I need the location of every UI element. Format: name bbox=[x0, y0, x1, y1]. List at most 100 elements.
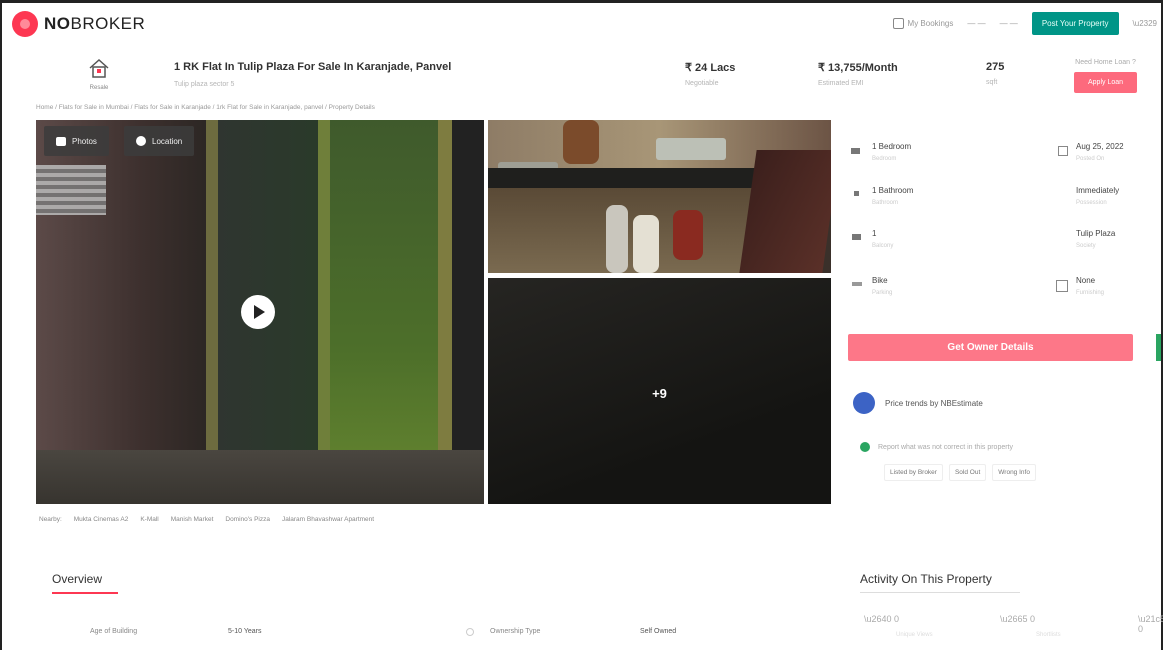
nearby-item[interactable]: Jalaram Bhavashwar Apartment bbox=[282, 516, 374, 523]
price-label: Negotiable bbox=[685, 80, 719, 87]
emi-block: ₹ 13,755/Month Estimated EMI bbox=[818, 61, 898, 87]
price-value: ₹ 24 Lacs bbox=[685, 62, 736, 74]
activity-heading: Activity On This Property bbox=[860, 572, 992, 586]
spec-value: 1 Bathroom bbox=[872, 186, 914, 195]
chip-sold-out[interactable]: Sold Out bbox=[948, 464, 987, 481]
ownership-icon bbox=[466, 628, 474, 636]
spec-furnishing: None Furnishing bbox=[1076, 276, 1104, 296]
property-title: 1 RK Flat In Tulip Plaza For Sale In Kar… bbox=[174, 61, 452, 73]
kitchen-photo[interactable] bbox=[488, 120, 831, 273]
more-photos-count: +9 bbox=[652, 386, 667, 401]
balcony-icon bbox=[852, 234, 861, 240]
side-action-button[interactable] bbox=[1156, 334, 1161, 361]
chip-wrong-info[interactable]: Wrong Info bbox=[992, 464, 1036, 481]
user-icon: \u2640 bbox=[864, 614, 895, 624]
overview-underline bbox=[52, 592, 118, 594]
spec-value: Bike bbox=[872, 276, 888, 285]
user-menu-icon: \u2329 bbox=[1132, 19, 1157, 28]
spec-label: Bedroom bbox=[872, 156, 897, 162]
my-bookings-link[interactable]: My Bookings bbox=[892, 18, 954, 29]
spec-label: Balcony bbox=[872, 243, 894, 249]
trend-icon bbox=[853, 392, 875, 414]
emi-value: ₹ 13,755/Month bbox=[818, 62, 898, 74]
age-value: 5-10 Years bbox=[228, 628, 262, 635]
location-button[interactable]: Location bbox=[124, 126, 195, 156]
user-menu[interactable]: \u2329 bbox=[1133, 19, 1157, 28]
spec-posted-on: Aug 25, 2022 Posted On bbox=[1076, 142, 1124, 162]
nearby-item[interactable]: Mukta Cinemas A2 bbox=[74, 516, 129, 523]
activity-underline bbox=[860, 592, 1020, 593]
more-photos-tile[interactable]: +9 bbox=[488, 278, 831, 504]
calendar-icon bbox=[892, 18, 904, 29]
property-title-row: Resale 1 RK Flat In Tulip Plaza For Sale… bbox=[2, 55, 1161, 101]
price-trends-link[interactable]: Price trends by NBEstimate bbox=[853, 392, 983, 414]
camera-icon bbox=[56, 136, 66, 146]
info-icon bbox=[860, 442, 870, 452]
home-loan-block: Need Home Loan ? Apply Loan bbox=[1074, 59, 1138, 93]
post-property-button[interactable]: Post Your Property bbox=[1031, 12, 1119, 35]
property-type-label: Resale bbox=[89, 85, 109, 91]
spec-label: Posted On bbox=[1076, 156, 1105, 162]
header-menu-2[interactable]: — — bbox=[1000, 19, 1018, 28]
home-loan-question: Need Home Loan ? bbox=[1075, 59, 1136, 66]
header-actions: My Bookings — — — — Post Your Property \… bbox=[892, 12, 1157, 35]
area-block: 275 sqft bbox=[986, 61, 1004, 86]
property-subtitle: Tulip plaza sector 5 bbox=[174, 81, 235, 88]
parking-icon bbox=[852, 282, 862, 286]
spec-value: Immediately bbox=[1076, 186, 1120, 195]
bed-icon bbox=[851, 148, 860, 154]
heart-icon: \u2665 bbox=[1000, 614, 1031, 624]
nearby-places: Nearby: Mukta Cinemas A2 K-Mall Manish M… bbox=[39, 516, 374, 523]
spec-parking: Bike Parking bbox=[872, 276, 892, 296]
views-count: \u2640 0 bbox=[864, 614, 900, 624]
overview-heading[interactable]: Overview bbox=[52, 572, 102, 586]
area-label: sqft bbox=[986, 79, 998, 86]
emi-label: Estimated EMI bbox=[818, 80, 864, 87]
top-header: NOBROKER My Bookings — — — — Post Your P… bbox=[2, 3, 1161, 45]
spec-bathroom: 1 Bathroom Bathroom bbox=[872, 186, 913, 206]
spec-possession: Immediately Possession bbox=[1076, 186, 1119, 206]
spec-label: Bathroom bbox=[872, 200, 899, 206]
apply-loan-button[interactable]: Apply Loan bbox=[1074, 72, 1138, 93]
contact-icon: \u21c5 bbox=[1138, 614, 1163, 624]
bathroom-icon bbox=[854, 191, 859, 196]
calendar-icon bbox=[1058, 146, 1068, 156]
nearby-item[interactable]: Manish Market bbox=[171, 516, 214, 523]
furnishing-icon bbox=[1056, 280, 1068, 292]
spec-value: 1 bbox=[872, 229, 877, 238]
spec-value: Tulip Plaza bbox=[1076, 229, 1116, 238]
photos-label: Photos bbox=[72, 136, 97, 146]
spec-label: Society bbox=[1076, 243, 1096, 249]
header-menu-1-label: — — bbox=[967, 19, 986, 28]
photos-button[interactable]: Photos bbox=[44, 126, 109, 156]
report-text: Report what was not correct in this prop… bbox=[878, 443, 1014, 451]
spec-value: 1 Bedroom bbox=[872, 142, 912, 151]
header-menu-1[interactable]: — — bbox=[967, 19, 985, 28]
age-label: Age of Building bbox=[90, 628, 138, 635]
get-owner-details-button[interactable]: Get Owner Details bbox=[848, 334, 1133, 361]
chip-listed-by-broker[interactable]: Listed by Broker bbox=[884, 464, 943, 481]
spec-value: Aug 25, 2022 bbox=[1076, 142, 1124, 151]
shortlists-count: \u2665 0 bbox=[1000, 614, 1036, 624]
spec-label: Furnishing bbox=[1076, 290, 1105, 296]
nearby-item[interactable]: K-Mall bbox=[140, 516, 158, 523]
nearby-label: Nearby: bbox=[39, 516, 62, 523]
nearby-item[interactable]: Domino's Pizza bbox=[225, 516, 270, 523]
spec-balcony: 1 Balcony bbox=[872, 229, 893, 249]
location-label: Location bbox=[152, 136, 183, 146]
nobroker-logo[interactable]: NOBROKER bbox=[12, 11, 145, 37]
spec-label: Possession bbox=[1076, 200, 1107, 206]
breadcrumb[interactable]: Home / Flats for Sale in Mumbai / Flats … bbox=[36, 104, 375, 111]
ownership-label: Ownership Type bbox=[490, 628, 541, 635]
main-photo[interactable]: Photos Location bbox=[36, 120, 484, 504]
area-value: 275 bbox=[986, 61, 1005, 73]
report-chips: Listed by Broker Sold Out Wrong Info bbox=[884, 464, 1036, 481]
spec-label: Parking bbox=[872, 290, 893, 296]
shortlists-label: Shortlists bbox=[1036, 632, 1061, 638]
location-icon bbox=[136, 136, 146, 146]
ownership-value: Self Owned bbox=[640, 628, 677, 635]
play-video-icon[interactable] bbox=[241, 295, 275, 329]
header-menu-2-label: — — bbox=[999, 19, 1018, 28]
my-bookings-label: My Bookings bbox=[907, 19, 954, 28]
spec-value: None bbox=[1076, 276, 1096, 285]
